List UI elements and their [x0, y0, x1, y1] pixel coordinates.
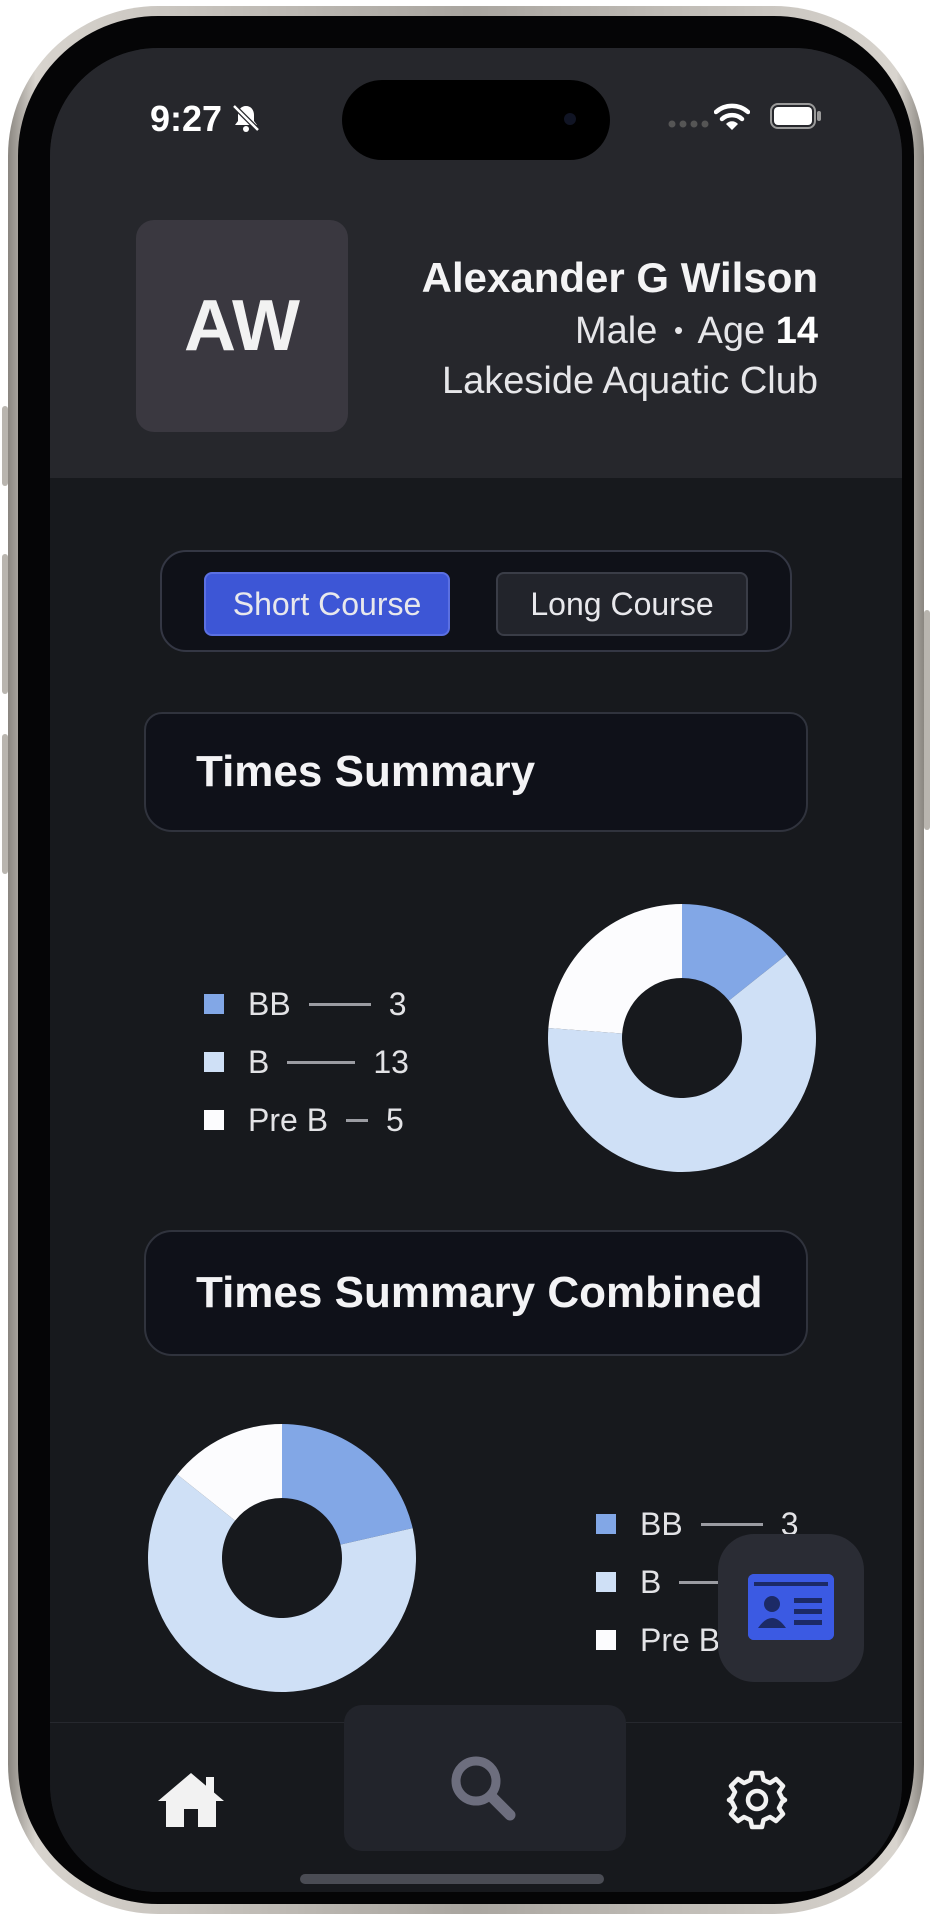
legend-label: B [248, 1043, 270, 1080]
long-course-button[interactable]: Long Course [496, 572, 748, 636]
legend-row-bb: BB 3 [204, 984, 406, 1024]
times-summary-title: Times Summary [144, 712, 808, 832]
battery-icon [770, 103, 821, 129]
legend-label: BB [640, 1505, 683, 1542]
tab-bar [50, 1705, 902, 1892]
legend-row-b: B 13 [204, 1042, 409, 1082]
legend-row-pre-b: Pre B [596, 1620, 720, 1660]
legend-swatch [204, 1052, 224, 1072]
short-course-button[interactable]: Short Course [204, 572, 450, 636]
legend-leader-line [287, 1060, 356, 1064]
legend-value: 5 [386, 1101, 404, 1138]
cellular-signal-icon [668, 120, 709, 128]
athlete-card-button[interactable] [718, 1534, 864, 1682]
status-time: 9:27 [150, 98, 223, 139]
camera [564, 113, 576, 125]
athlete-name: Alexander G Wilson [421, 254, 818, 301]
dynamic-island [342, 80, 610, 160]
gender: Male [575, 310, 658, 352]
mute-switch [2, 406, 8, 486]
home-indicator [300, 1874, 604, 1884]
legend-row-pre-b: Pre B 5 [204, 1100, 404, 1140]
status-bar: 9:27 [50, 48, 902, 168]
legend-leader-line [346, 1118, 369, 1122]
volume-up-button [2, 554, 8, 694]
times-summary-combined-donut-chart [148, 1424, 416, 1692]
legend-leader-line [700, 1522, 763, 1526]
club-name: Lakeside Aquatic Club [441, 360, 818, 402]
times-summary-combined-title: Times Summary Combined [144, 1230, 808, 1356]
legend-swatch [596, 1572, 616, 1592]
gear-icon[interactable] [726, 1769, 788, 1831]
id-card-icon [748, 1574, 834, 1640]
donut-slice-bb [282, 1424, 413, 1545]
age-value: 14 [775, 310, 818, 352]
volume-down-button [2, 734, 8, 874]
legend-swatch [596, 1630, 616, 1650]
legend-label: B [640, 1563, 662, 1600]
screen: AW Alexander G Wilson Male • Age 14 Lake… [50, 48, 902, 1892]
separator-dot: • [673, 315, 684, 345]
legend-label: Pre B [248, 1101, 329, 1138]
bell-slash-icon [232, 104, 260, 132]
legend-value: 13 [373, 1043, 409, 1080]
legend-swatch [204, 994, 224, 1014]
phone-frame: AW Alexander G Wilson Male • Age 14 Lake… [2, 6, 930, 1914]
age-label: Age [697, 310, 766, 352]
times-summary-donut-chart [548, 904, 816, 1172]
legend-value: 3 [388, 985, 407, 1022]
search-icon[interactable] [446, 1751, 518, 1823]
legend-label: Pre B [640, 1621, 721, 1658]
bezel: AW Alexander G Wilson Male • Age 14 Lake… [18, 16, 914, 1904]
home-icon[interactable] [156, 1769, 226, 1829]
legend-swatch [596, 1514, 616, 1534]
legend-label: BB [248, 985, 291, 1022]
legend-leader-line [308, 1002, 371, 1006]
power-button [924, 610, 930, 830]
avatar: AW [136, 220, 348, 432]
course-toggle: Short Course Long Course [160, 550, 792, 652]
wifi-icon [714, 103, 750, 130]
donut-slice-pre-b [548, 904, 682, 1034]
legend-swatch [204, 1110, 224, 1130]
athlete-meta: Male • Age 14 [575, 310, 818, 353]
